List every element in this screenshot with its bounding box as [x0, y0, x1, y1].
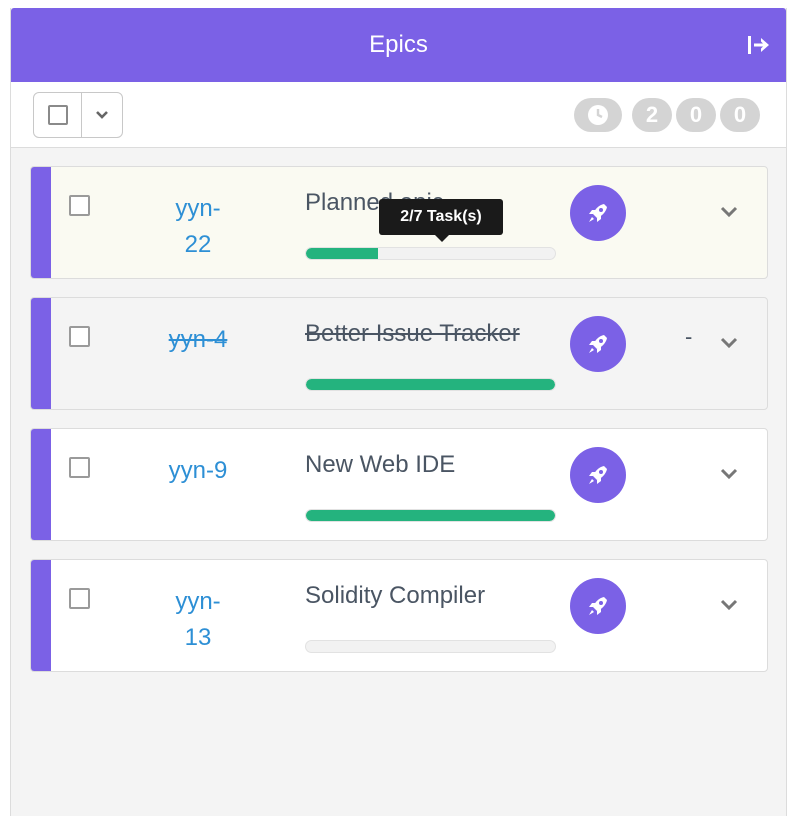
epic-status-dash: -: [685, 324, 693, 349]
progress-fill: [306, 248, 379, 259]
epic-list: yyn- 22 Planned epic 2/7 Task(s) yyn-4 Be…: [30, 166, 768, 690]
progress-fill: [306, 510, 555, 521]
status-counters: 2 0 0: [574, 98, 760, 132]
epic-checkbox[interactable]: [69, 195, 90, 216]
epic-card[interactable]: yyn- 13 Solidity Compiler: [30, 559, 768, 672]
clock-icon: [574, 98, 622, 132]
epic-color-stripe: [31, 298, 51, 409]
chevron-down-icon[interactable]: [717, 462, 741, 486]
epics-panel: Epics 2 0 0 yyn- 22 Planned epic 2/7 Tas…: [10, 8, 787, 816]
epic-color-stripe: [31, 167, 51, 278]
chevron-down-icon[interactable]: [82, 93, 122, 137]
rocket-icon[interactable]: [570, 316, 626, 372]
epic-key-link[interactable]: yyn- 22: [153, 191, 243, 263]
chevron-down-icon[interactable]: [717, 331, 741, 355]
epic-key-link[interactable]: yyn-4: [153, 322, 243, 358]
panel-header: Epics: [11, 8, 786, 82]
epic-checkbox[interactable]: [69, 326, 90, 347]
epic-title[interactable]: Better Issue Tracker: [305, 320, 565, 348]
epic-title[interactable]: New Web IDE: [305, 451, 565, 479]
epic-color-stripe: [31, 560, 51, 671]
epic-checkbox[interactable]: [69, 588, 90, 609]
rocket-icon[interactable]: [570, 447, 626, 503]
select-all-checkbox[interactable]: [34, 93, 82, 137]
epic-color-stripe: [31, 429, 51, 540]
panel-title: Epics: [369, 31, 428, 58]
sign-out-icon[interactable]: [746, 32, 772, 58]
epic-key-link[interactable]: yyn-9: [153, 453, 243, 489]
counter-badge[interactable]: 2: [632, 98, 672, 132]
rocket-icon[interactable]: [570, 578, 626, 634]
epic-progress-bar[interactable]: [305, 509, 556, 522]
checkbox-box: [47, 105, 68, 125]
epic-title[interactable]: Solidity Compiler: [305, 582, 565, 610]
epic-key-link[interactable]: yyn- 13: [153, 584, 243, 656]
chevron-down-icon[interactable]: [717, 200, 741, 224]
progress-tooltip: 2/7 Task(s): [379, 199, 503, 242]
rocket-icon[interactable]: [570, 185, 626, 241]
epic-card[interactable]: yyn-9 New Web IDE: [30, 428, 768, 541]
epic-checkbox[interactable]: [69, 457, 90, 478]
progress-fill: [306, 379, 555, 390]
chevron-down-icon[interactable]: [717, 593, 741, 617]
epic-progress-bar[interactable]: [305, 378, 556, 391]
bulk-select-dropdown[interactable]: [33, 92, 123, 138]
epic-card[interactable]: yyn- 22 Planned epic 2/7 Task(s): [30, 166, 768, 279]
counter-badge[interactable]: 0: [676, 98, 716, 132]
epic-progress-bar[interactable]: [305, 640, 556, 653]
toolbar: 2 0 0: [11, 82, 786, 148]
epic-card[interactable]: yyn-4 Better Issue Tracker -: [30, 297, 768, 410]
epic-progress-bar[interactable]: [305, 247, 556, 260]
counter-badge[interactable]: 0: [720, 98, 760, 132]
